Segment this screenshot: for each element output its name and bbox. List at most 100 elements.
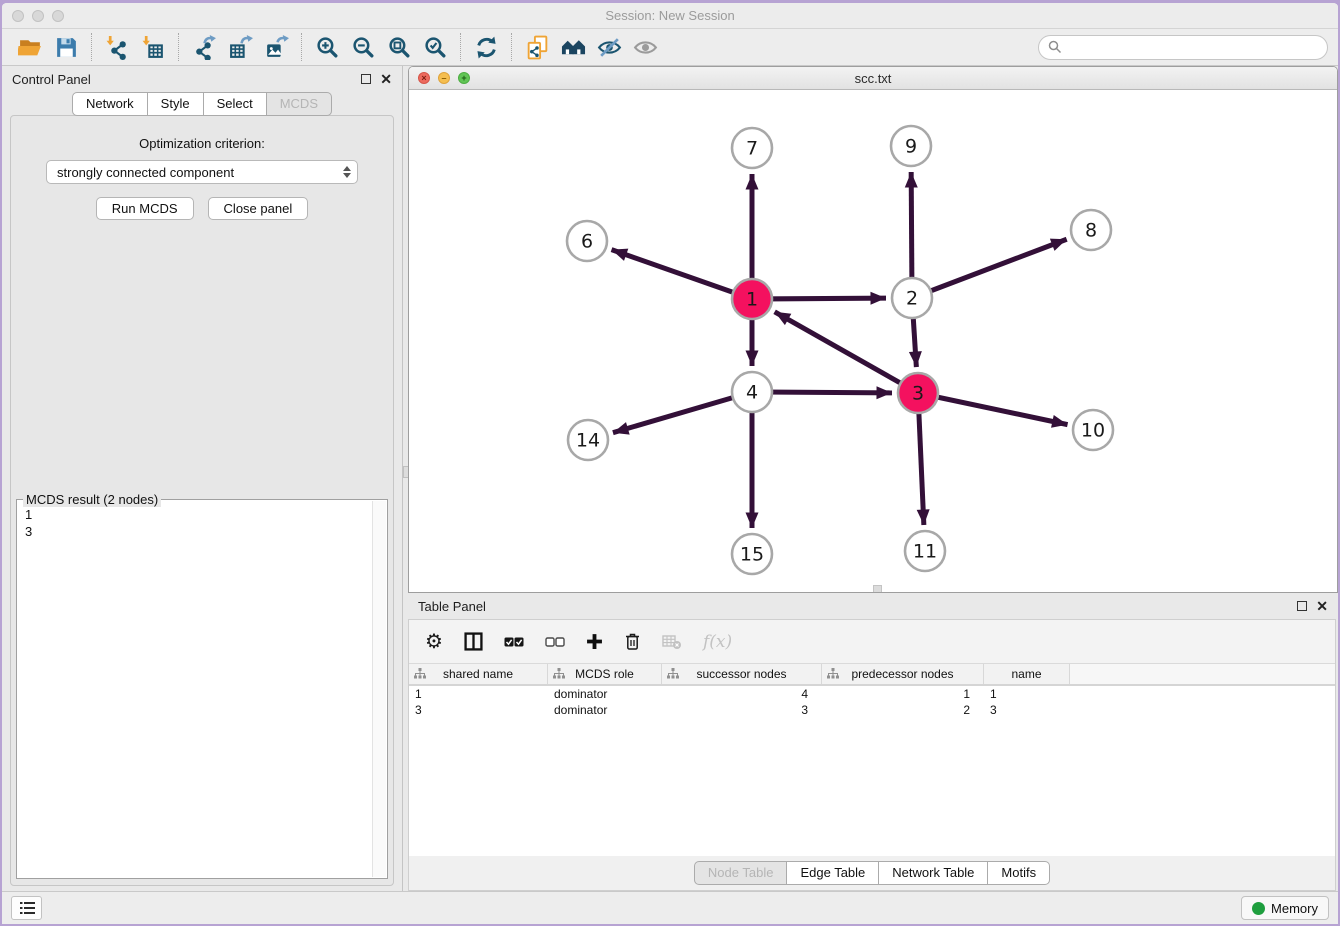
- criterion-select-value: strongly connected component: [57, 165, 234, 180]
- table-cell: 1: [409, 686, 548, 702]
- export-network-button[interactable]: [186, 32, 222, 62]
- table-cell: 1: [822, 686, 984, 702]
- search-input[interactable]: [1067, 40, 1318, 55]
- network-splitter-grip-icon[interactable]: [873, 585, 882, 592]
- table-mode-button[interactable]: [464, 632, 483, 651]
- export-table-button[interactable]: [222, 32, 258, 62]
- result-scrollbar[interactable]: [372, 501, 386, 877]
- graph-edge-2-8[interactable]: [912, 239, 1067, 298]
- export-image-button[interactable]: [258, 32, 294, 62]
- table-cell-filler: [1070, 686, 1335, 702]
- mcds-result-item: 3: [25, 523, 364, 540]
- tab-network[interactable]: Network: [72, 92, 148, 116]
- network-graph: 7 9 6 8 1 2 4 3 14 10 15 11: [409, 90, 1338, 593]
- graph-node-9[interactable]: 9: [891, 126, 931, 166]
- save-session-button[interactable]: [48, 32, 84, 62]
- table-toolbar: ⚙: [409, 620, 1335, 663]
- mcds-panel: Optimization criterion: strongly connect…: [10, 115, 394, 886]
- task-history-button[interactable]: [11, 896, 42, 920]
- control-panel-title: Control Panel: [12, 72, 91, 87]
- tab-style[interactable]: Style: [148, 92, 204, 116]
- open-folder-icon: [18, 35, 43, 60]
- criterion-select[interactable]: strongly connected component: [46, 160, 358, 184]
- table-cell: 1: [984, 686, 1070, 702]
- graph-node-8[interactable]: 8: [1071, 210, 1111, 250]
- graph-node-3[interactable]: 3: [898, 373, 938, 413]
- tab-mcds[interactable]: MCDS: [267, 92, 332, 116]
- float-table-panel-icon[interactable]: [1297, 601, 1307, 611]
- tab-edge-table[interactable]: Edge Table: [787, 861, 879, 885]
- create-column-button[interactable]: [586, 633, 603, 650]
- graph-node-10[interactable]: 10: [1073, 410, 1113, 450]
- svg-text:4: 4: [746, 382, 758, 404]
- open-session-button[interactable]: [12, 32, 48, 62]
- control-panel: Control Panel ✕ Network Style Select MCD…: [2, 66, 402, 891]
- graph-edge-1-6[interactable]: [612, 250, 752, 299]
- graph-node-7[interactable]: 7: [732, 128, 772, 168]
- zoom-selected-button[interactable]: [417, 32, 453, 62]
- tab-node-table[interactable]: Node Table: [694, 861, 788, 885]
- column-header-shared-name[interactable]: shared name: [409, 664, 548, 684]
- graph-edge-4-14[interactable]: [613, 392, 752, 433]
- svg-text:2: 2: [906, 288, 918, 310]
- close-panel-button[interactable]: Close panel: [208, 197, 309, 220]
- table-cell: 2: [822, 702, 984, 718]
- tab-network-table[interactable]: Network Table: [879, 861, 988, 885]
- graph-node-2[interactable]: 2: [892, 278, 932, 318]
- column-type-icon: [827, 668, 839, 682]
- svg-text:15: 15: [740, 544, 764, 566]
- graph-node-15[interactable]: 15: [732, 534, 772, 574]
- list-icon: [18, 900, 36, 916]
- column-header-mcds-role[interactable]: MCDS role: [548, 664, 662, 684]
- unchecked-boxes-icon: [545, 637, 565, 647]
- zoom-in-button[interactable]: [309, 32, 345, 62]
- zoom-out-button[interactable]: [345, 32, 381, 62]
- search-field[interactable]: [1038, 35, 1328, 60]
- gear-icon: ⚙: [425, 632, 443, 652]
- table-row[interactable]: 1dominator411: [409, 686, 1335, 702]
- zoom-out-icon: [351, 35, 376, 60]
- run-mcds-button[interactable]: Run MCDS: [96, 197, 194, 220]
- graph-node-1[interactable]: 1: [732, 279, 772, 319]
- svg-text:1: 1: [746, 289, 758, 311]
- table-body: 1dominator4113dominator323: [409, 686, 1335, 718]
- tab-motifs[interactable]: Motifs: [988, 861, 1050, 885]
- graph-node-6[interactable]: 6: [567, 221, 607, 261]
- delete-column-button[interactable]: [624, 632, 641, 651]
- network-canvas[interactable]: 7 9 6 8 1 2 4 3 14 10 15 11: [409, 90, 1337, 592]
- svg-text:14: 14: [576, 430, 600, 452]
- graph-node-11[interactable]: 11: [905, 531, 945, 571]
- float-panel-icon[interactable]: [361, 74, 371, 84]
- graph-node-14[interactable]: 14: [568, 420, 608, 460]
- svg-text:10: 10: [1081, 420, 1105, 442]
- deselect-all-columns-button[interactable]: [545, 637, 565, 647]
- close-panel-icon[interactable]: ✕: [380, 74, 392, 84]
- tab-select[interactable]: Select: [204, 92, 267, 116]
- mcds-result-item: 1: [25, 506, 364, 523]
- column-header-name[interactable]: name: [984, 664, 1070, 684]
- import-table-button[interactable]: [135, 32, 171, 62]
- svg-text:11: 11: [913, 541, 937, 563]
- table-settings-button[interactable]: ⚙: [425, 632, 443, 652]
- column-header-predecessor-nodes[interactable]: predecessor nodes: [822, 664, 984, 684]
- select-all-columns-button[interactable]: [504, 637, 524, 647]
- show-all-button[interactable]: [627, 32, 663, 62]
- memory-button[interactable]: Memory: [1241, 896, 1329, 920]
- graph-node-4[interactable]: 4: [732, 372, 772, 412]
- import-network-button[interactable]: [99, 32, 135, 62]
- hide-selected-button[interactable]: [591, 32, 627, 62]
- function-builder-button[interactable]: f(x): [703, 632, 732, 652]
- graph-edge-3-10[interactable]: [918, 393, 1068, 425]
- first-neighbors-button[interactable]: [555, 32, 591, 62]
- table-cell: dominator: [548, 686, 662, 702]
- close-table-panel-icon[interactable]: ✕: [1316, 601, 1328, 611]
- mcds-result-list[interactable]: 13: [18, 501, 371, 877]
- delete-table-button[interactable]: [662, 634, 682, 650]
- column-header-successor-nodes[interactable]: successor nodes: [662, 664, 822, 684]
- search-icon: [1048, 40, 1062, 54]
- zoom-fit-button[interactable]: [381, 32, 417, 62]
- table-row[interactable]: 3dominator323: [409, 702, 1335, 718]
- apply-layout-button[interactable]: [468, 32, 504, 62]
- duplicate-network-button[interactable]: [519, 32, 555, 62]
- graph-edge-3-1[interactable]: [775, 312, 918, 393]
